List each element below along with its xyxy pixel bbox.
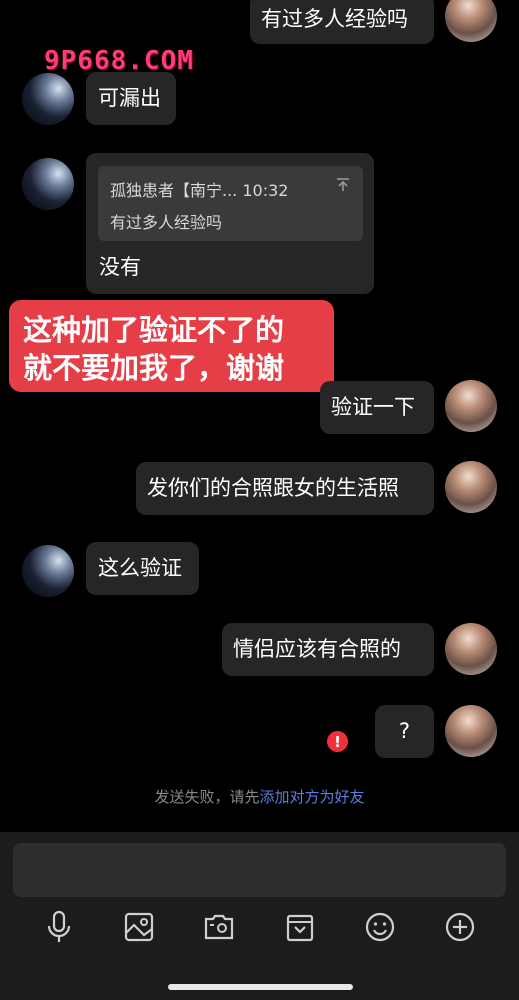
home-indicator[interactable] [168,984,353,990]
self-avatar[interactable] [445,623,497,675]
message-bubble-self[interactable]: 有过多人经验吗 [250,0,434,44]
message-bubble-self[interactable]: 情侣应该有合照的 [222,623,434,676]
quote-jump-icon[interactable] [335,177,351,201]
image-icon[interactable] [122,910,156,944]
message-text: 这么验证 [98,556,182,580]
add-friend-link[interactable]: 添加对方为好友 [260,788,365,806]
peer-avatar[interactable] [22,158,74,210]
peer-avatar[interactable] [22,545,74,597]
message-text: 没有 [99,255,141,279]
self-avatar[interactable] [445,705,497,757]
send-failed-icon[interactable]: ! [327,731,348,752]
emoji-icon[interactable] [363,910,397,944]
peer-avatar[interactable] [22,73,74,125]
quote-text: 有过多人经验吗 [110,213,223,232]
message-bubble-peer[interactable]: 可漏出 [86,72,176,125]
banner-line-1: 这种加了验证不了的 [23,313,285,347]
quote-time: 10:32 [242,181,289,200]
message-bubble-peer[interactable]: 这么验证 [86,542,199,595]
overlay-banner: 这种加了验证不了的 就不要加我了，谢谢 [9,300,334,392]
quoted-message[interactable]: 孤独患者【南宁... 10:32 有过多人经验吗 [98,166,363,241]
message-text: 发你们的合照跟女的生活照 [147,476,399,500]
plus-icon[interactable] [443,910,477,944]
self-avatar[interactable] [445,461,497,513]
notice-text: 发送失败，请先 [154,788,260,806]
message-bubble-self[interactable]: 发你们的合照跟女的生活照 [136,462,434,515]
microphone-icon[interactable] [42,910,76,944]
send-failed-notice: 发送失败，请先添加对方为好友 [0,786,519,807]
message-bubble-self[interactable]: 验证一下 [320,381,434,434]
message-text: 情侣应该有合照的 [233,637,401,661]
input-panel [0,832,519,1000]
message-text: 有过多人经验吗 [261,6,408,31]
file-icon[interactable] [283,910,317,944]
message-text: 验证一下 [331,395,415,419]
quote-sender: 孤独患者【南宁... [110,181,238,200]
message-text: 可漏出 [98,86,161,110]
self-avatar[interactable] [445,0,497,42]
message-bubble-self[interactable]: ? [375,705,434,758]
camera-icon[interactable] [202,910,236,944]
message-input[interactable] [13,843,506,897]
self-avatar[interactable] [445,380,497,432]
banner-line-2: 就不要加我了，谢谢 [23,351,285,385]
message-text: ? [398,719,411,743]
